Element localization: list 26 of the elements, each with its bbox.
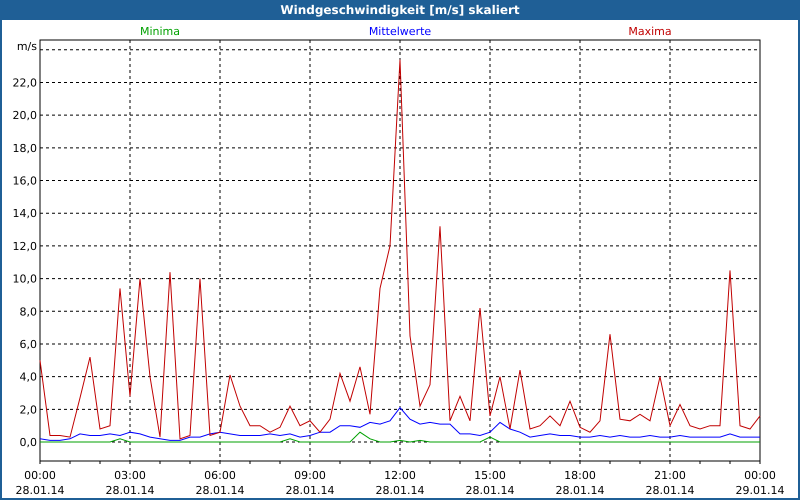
axis-tick-label: 16,0 (12, 174, 37, 188)
axis-tick-label: 14,0 (12, 207, 37, 220)
axis-tick-label: 12,0 (12, 240, 37, 253)
axis-tick-label: 18,0 (12, 142, 37, 155)
axis-tick-label: 20,0 (12, 109, 37, 122)
axis-tick-label: 00:00 28.01.14 (16, 469, 64, 497)
legend-label: Maxima (628, 25, 672, 38)
axis-tick-label: 15:00 28.01.14 (466, 469, 514, 497)
axis-tick-label: 06:00 28.01.14 (196, 469, 244, 497)
window-title: Windgeschwindigkeit [m/s] skaliert (279, 2, 521, 19)
axis-tick-label: 6,0 (20, 338, 37, 351)
axis-tick-label: 0,0 (20, 436, 37, 450)
axis-tick-label: 00:00 29.01.14 (736, 469, 784, 497)
axis-tick-label: 10,0 (12, 272, 37, 286)
axis-tick-label: 21:00 28.01.14 (646, 469, 694, 497)
axis-tick-label: 09:00 28.01.14 (286, 469, 334, 497)
legend-label: Minima (140, 25, 180, 38)
axis-tick-label: 4,0 (20, 370, 37, 384)
axis-tick-label: 12:00 28.01.14 (376, 469, 424, 497)
axis-tick-label: 18:00 28.01.14 (556, 469, 604, 497)
axis-tick-label: 22,0 (12, 76, 37, 90)
legend-label: Mittelwerte (368, 25, 432, 38)
axis-tick-label: 03:00 28.01.14 (106, 469, 154, 497)
axis-tick-label: 8,0 (20, 305, 37, 318)
axis-label: m/s (16, 40, 37, 53)
axis-tick-label: 2,0 (20, 403, 37, 416)
